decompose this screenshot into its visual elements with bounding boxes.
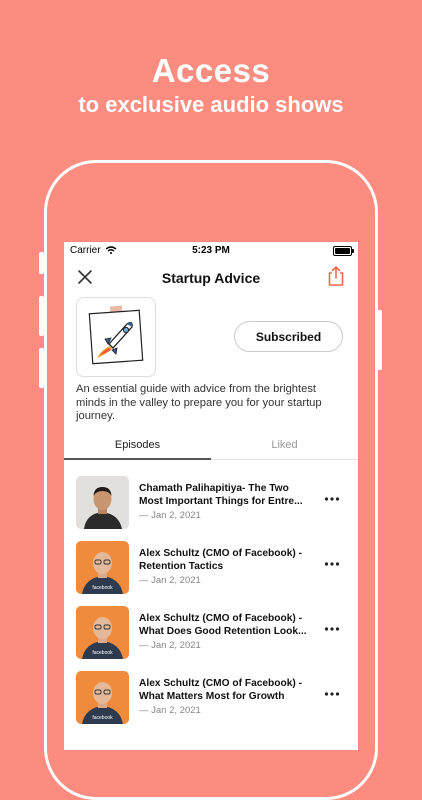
episode-title-line2: Most Important Things for Entre...: [139, 495, 303, 507]
episode-item[interactable]: Chamath Palihapitiya- The Two Most Impor…: [64, 475, 358, 541]
episode-thumbnail: [76, 475, 129, 529]
svg-text:facebook: facebook: [92, 585, 113, 591]
phone-volume-down: [39, 348, 44, 388]
guest-photo: facebook: [76, 670, 129, 724]
episode-item[interactable]: facebook Alex Schultz (CMO of Facebook) …: [64, 540, 358, 606]
more-options-icon[interactable]: [324, 561, 340, 567]
episode-thumbnail: facebook: [76, 540, 129, 594]
tab-liked[interactable]: Liked: [211, 439, 358, 451]
rocket-icon: [88, 305, 144, 365]
page-title: Startup Advice: [161, 270, 261, 286]
status-bar: Carrier 5:23 PM: [64, 242, 358, 259]
phone-silent-switch: [39, 252, 44, 274]
episode-title-line1: Chamath Palihapitiya- The Two: [139, 482, 289, 494]
more-options-icon[interactable]: [324, 496, 340, 502]
episode-thumbnail: facebook: [76, 670, 129, 724]
tab-episodes[interactable]: Episodes: [64, 439, 211, 451]
episode-title-line2: Retention Tactics: [139, 560, 224, 572]
episode-item[interactable]: facebook Alex Schultz (CMO of Facebook) …: [64, 670, 358, 736]
promo-subtitle: to exclusive audio shows: [78, 92, 344, 117]
episode-thumbnail: facebook: [76, 605, 129, 659]
podcast-cover: [76, 297, 156, 377]
svg-text:facebook: facebook: [92, 650, 113, 656]
subscribed-button[interactable]: Subscribed: [234, 321, 343, 352]
battery-icon: [333, 246, 354, 256]
episode-title-line1: Alex Schultz (CMO of Facebook) -: [139, 677, 303, 689]
guest-photo: facebook: [76, 540, 129, 594]
episode-date: — Jan 2, 2021: [139, 509, 201, 521]
episode-date: — Jan 2, 2021: [139, 639, 201, 651]
episode-title-line2: What Does Good Retention Look...: [139, 625, 307, 637]
podcast-description: An essential guide with advice from the …: [76, 383, 322, 422]
guest-photo: [76, 475, 129, 529]
share-icon[interactable]: [326, 265, 346, 287]
phone-power-button: [377, 310, 382, 370]
episode-title-line1: Alex Schultz (CMO of Facebook) -: [139, 612, 303, 624]
more-options-icon[interactable]: [324, 626, 340, 632]
tab-bar: Episodes Liked: [64, 432, 358, 460]
episode-title-line2: What Matters Most for Growth: [139, 690, 285, 702]
podcast-header: Subscribed: [64, 295, 358, 383]
app-screen: Carrier 5:23 PM Startup Advice Subscribe…: [64, 242, 358, 750]
more-options-icon[interactable]: [324, 691, 340, 697]
promo-title: Access: [151, 52, 271, 89]
phone-volume-up: [39, 296, 44, 336]
episode-list: Chamath Palihapitiya- The Two Most Impor…: [64, 460, 358, 736]
episode-date: — Jan 2, 2021: [139, 704, 201, 716]
status-time: 5:23 PM: [192, 245, 230, 256]
svg-text:facebook: facebook: [92, 715, 113, 721]
guest-photo: facebook: [76, 605, 129, 659]
episode-date: — Jan 2, 2021: [139, 574, 201, 586]
episode-item[interactable]: facebook Alex Schultz (CMO of Facebook) …: [64, 605, 358, 671]
episode-title-line1: Alex Schultz (CMO of Facebook) -: [139, 547, 303, 559]
navigation-bar: Startup Advice: [64, 259, 358, 295]
